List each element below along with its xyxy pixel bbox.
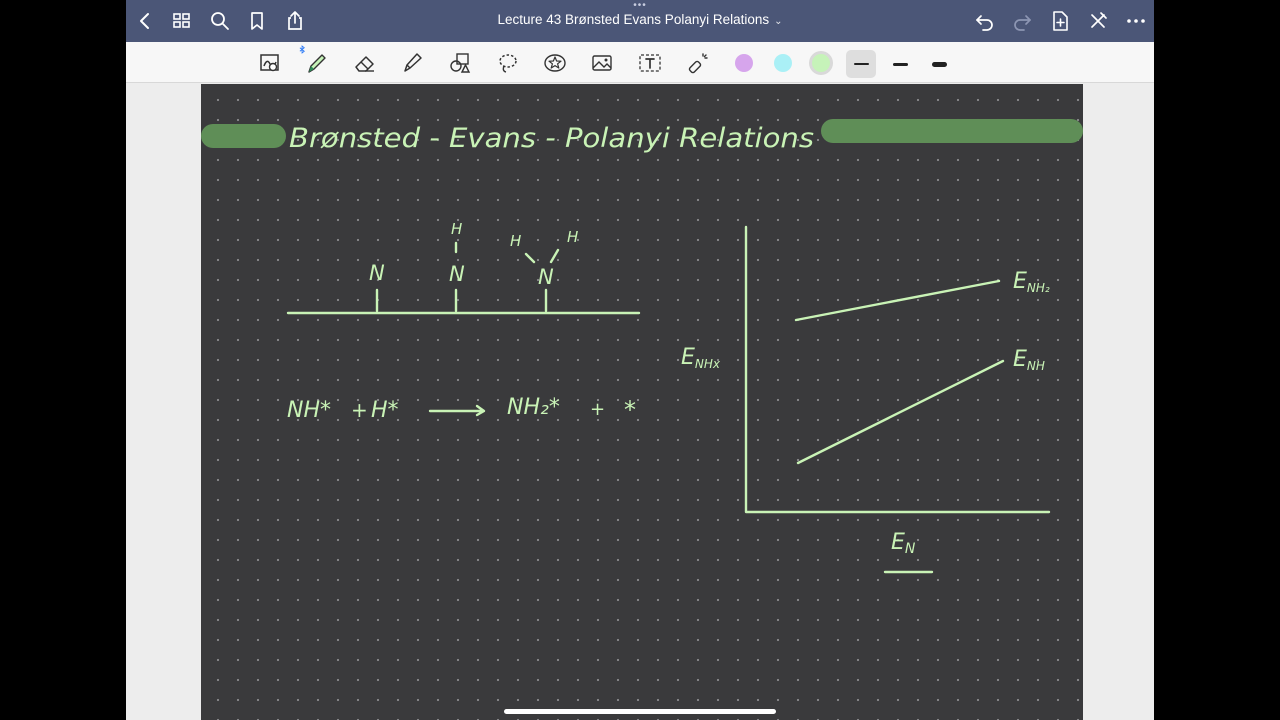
navigation-bar: ••• Lecture 43 Brønsted Evans Polanyi Re…: [126, 0, 1154, 42]
read-only-toggle-button[interactable]: [1085, 8, 1111, 34]
image-tool[interactable]: [589, 50, 615, 76]
canvas-area[interactable]: Brønsted - Evans - Polanyi Relations N N…: [126, 84, 1154, 720]
bluetooth-icon: [299, 45, 305, 54]
eraser-tool[interactable]: [352, 50, 378, 76]
lasso-tool[interactable]: [495, 50, 521, 76]
redo-button[interactable]: [1009, 8, 1035, 34]
reactant-nh: NH*: [287, 398, 331, 423]
tool-bar: [126, 42, 1154, 83]
line-enh-label: ENH: [1013, 347, 1045, 373]
adsorbate-nh2-h-right-label: H: [567, 228, 578, 246]
y-axis-label: ENHx: [681, 345, 721, 371]
chevron-down-icon: ⌄: [774, 16, 783, 27]
eraser-icon: [355, 56, 374, 72]
undo-button[interactable]: [972, 8, 998, 34]
note-page[interactable]: Brønsted - Evans - Polanyi Relations N N…: [201, 84, 1083, 720]
stroke-thin-icon: [853, 63, 869, 65]
color-swatch-cyan[interactable]: [774, 54, 792, 72]
redo-icon: [1014, 15, 1031, 31]
product-site: *: [624, 396, 636, 424]
reactant-h: H*: [371, 398, 399, 423]
document-title[interactable]: Lecture 43 Brønsted Evans Polanyi Relati…: [126, 12, 1154, 27]
shapes-tool[interactable]: [447, 50, 473, 76]
adsorbate-nh2-n-label: N: [538, 265, 554, 289]
more-button[interactable]: [1123, 8, 1149, 34]
notes-app: ••• Lecture 43 Brønsted Evans Polanyi Re…: [126, 0, 1154, 720]
line-enh: [796, 359, 1005, 465]
stroke-medium-icon: [892, 62, 908, 66]
bond-nh2-right: [549, 248, 560, 264]
multitask-grabber[interactable]: •••: [630, 1, 650, 11]
sticker-icon: [544, 54, 566, 72]
add-page-button[interactable]: [1047, 8, 1073, 34]
lasso-image-tool[interactable]: [257, 50, 283, 76]
handwriting-layer[interactable]: Brønsted - Evans - Polanyi Relations N N…: [201, 84, 1083, 720]
note-title: Brønsted - Evans - Polanyi Relations: [289, 123, 814, 154]
graph-axes: [744, 225, 1051, 514]
plus-sign-2: +: [590, 399, 605, 420]
shapes-icon: [450, 53, 471, 73]
more-icon: [1127, 19, 1145, 23]
adsorbate-nh2-h-left-label: H: [510, 232, 521, 250]
close-readonly-icon: [1091, 12, 1107, 28]
stroke-thick-option[interactable]: [924, 50, 954, 78]
stroke-medium-option[interactable]: [885, 50, 915, 78]
stroke-thick-icon: [931, 61, 947, 67]
pen-tool[interactable]: [299, 45, 330, 76]
plus-sign-1: +: [351, 398, 368, 422]
adsorbate-nh-n-label: N: [449, 262, 465, 286]
highlighter-icon: [404, 53, 422, 72]
lasso-icon: [499, 54, 517, 73]
laser-pointer-tool[interactable]: [685, 50, 711, 76]
reaction-arrow: [428, 404, 486, 417]
stroke-thin-option[interactable]: [846, 50, 876, 78]
sticker-tool[interactable]: [542, 50, 568, 76]
color-swatch-green[interactable]: [812, 54, 830, 72]
highlighter-tool[interactable]: [399, 50, 425, 76]
text-icon: [639, 54, 661, 72]
pen-icon: [308, 54, 326, 73]
adsorbate-n-label: N: [369, 261, 385, 285]
title-highlight-right: [821, 119, 1083, 143]
laser-pointer-icon: [688, 53, 708, 74]
home-indicator[interactable]: [504, 709, 776, 714]
add-page-icon: [1053, 11, 1068, 31]
image-icon: [592, 55, 612, 71]
document-title-text: Lecture 43 Brønsted Evans Polanyi Relati…: [497, 12, 770, 27]
adsorbate-nh-h-label: H: [451, 220, 462, 238]
undo-icon: [976, 15, 993, 31]
line-enh2-label: ENH₂: [1013, 269, 1050, 295]
title-highlight-left: [201, 124, 286, 148]
lasso-image-icon: [260, 54, 279, 72]
x-axis-label: EN: [891, 530, 916, 557]
color-swatch-purple[interactable]: [735, 54, 753, 72]
product-nh2: NH₂*: [507, 395, 560, 420]
line-enh2: [794, 279, 1001, 322]
text-tool[interactable]: [637, 50, 663, 76]
bond-nh2-left: [524, 252, 536, 264]
